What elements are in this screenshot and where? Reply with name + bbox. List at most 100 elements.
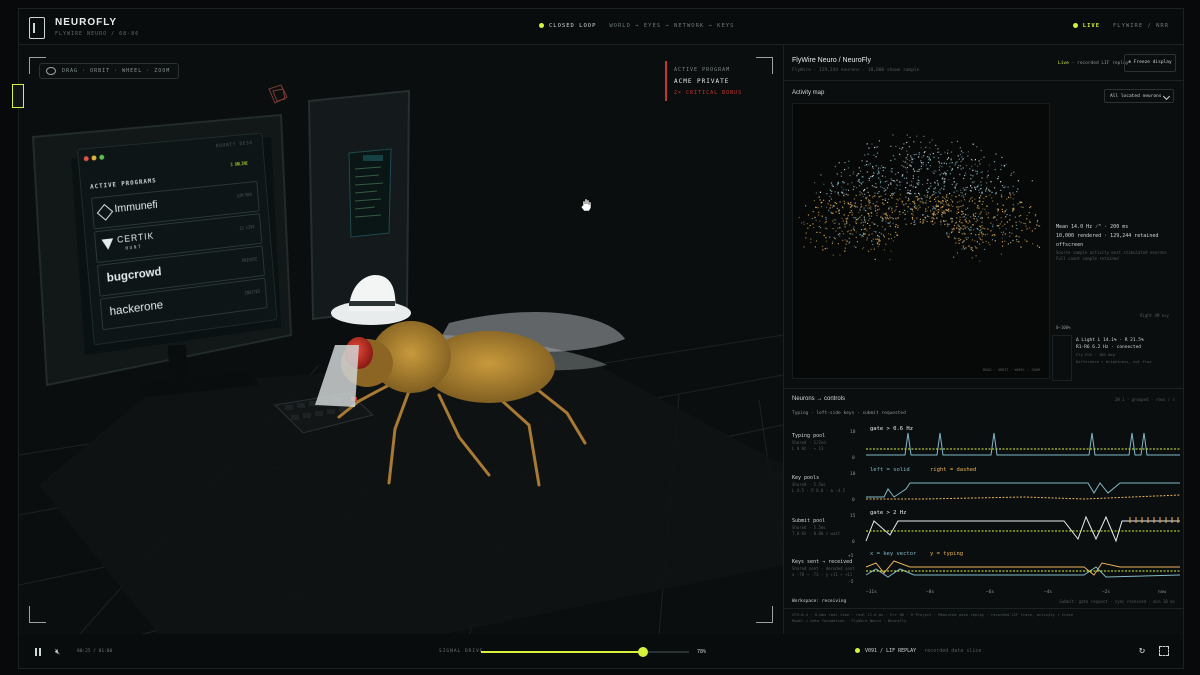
chevron-down-icon: [1162, 92, 1171, 101]
axis-tick: 10: [850, 429, 856, 435]
gains-line-4: Difference → brightness, not flow: [1076, 359, 1152, 364]
stat-offscreen: offscreen: [1056, 242, 1084, 248]
orbit-hint: DRAG · ORBIT · WHEEL · ZOOM: [39, 63, 180, 79]
neuron-points: [798, 134, 1041, 262]
pause-icon[interactable]: [35, 648, 42, 656]
freeze-label: Freeze display: [1133, 60, 1172, 65]
stat-rendered: 10,000 rendered · 129,244 retained: [1056, 233, 1159, 239]
signal-label: SIGNAL DRIVE: [439, 649, 484, 654]
scale-top: Right 4M n×y: [1140, 313, 1169, 318]
program-subname: HUNT: [125, 243, 143, 251]
reset-icon[interactable]: ↻: [1139, 646, 1145, 656]
time-tick: now: [1158, 590, 1166, 595]
gains-line-3: Fly FOV · 360 deg: [1076, 352, 1115, 357]
row-meta: L 4.5 · R 8.0 · Δ -4.5: [792, 488, 845, 493]
app-title: NEUROFLY: [55, 17, 118, 28]
replay-label: V091 / LIF REPLAY: [865, 648, 917, 654]
frame-corner: [29, 606, 46, 623]
bottom-bar: 🔇︎ 00:25 / 01:00 SIGNAL DRIVE 78% V091 /…: [18, 634, 1184, 669]
axis-tick: 0: [852, 497, 855, 503]
time-tick: −6s: [986, 589, 994, 595]
loop-label: CLOSED LOOP: [549, 23, 597, 29]
divider: [784, 608, 1183, 609]
playback-time: 00:25 / 01:00: [77, 649, 113, 654]
submit-pool-trace: [865, 515, 1180, 543]
activity-stats: Mean 14.0 Hz ⁄ᴴ · 200 ms 10,000 rendered…: [1056, 223, 1167, 262]
footnote: CFG·0.4 · 8.0ms real time · real 11.6 ms…: [792, 612, 1073, 624]
typing-pool-trace: [866, 432, 1180, 456]
status-dot-icon: [539, 23, 544, 28]
side-tab[interactable]: [12, 84, 24, 108]
row-title: Key pools: [792, 475, 820, 481]
row-label-keys: Key pools Shared · 5.5ms L 4.5 · R 8.0 · Δ…: [792, 475, 845, 494]
activity-map[interactable]: DRAG · ORBIT · WHEEL · ZOOM: [792, 103, 1050, 379]
bounty-desk-screen: BOUNTY DESK 3 ONLINE ACTIVE PROGRAMS Imm…: [77, 132, 278, 346]
live-dot-icon: [1072, 23, 1078, 28]
mute-icon[interactable]: 🔇︎: [55, 648, 60, 656]
panel-subtitle: FlyWire · 129,244 neurons · 10,000 shown…: [792, 68, 920, 73]
scale-bar: [1052, 335, 1072, 381]
loop-status: CLOSED LOOP WORLD → EYES → NETWORK → KEY…: [539, 23, 734, 29]
program-name: Immunefi: [114, 198, 159, 216]
signal-percent: 78%: [697, 649, 707, 655]
axis-tick: 0: [852, 539, 855, 545]
axis-tick: +5: [848, 553, 854, 559]
program-name: bugcrowd: [106, 264, 162, 285]
active-program-value: ACME PRIVATE: [674, 78, 730, 85]
axis-tick: 0: [852, 455, 855, 461]
app-window: NEUROFLY FLYWIRE NEURO / 68·86 CLOSED LO…: [0, 0, 1200, 675]
live-label: LIVE: [1082, 23, 1101, 29]
signal-drive-slider[interactable]: [481, 647, 689, 657]
live-indicator: LIVE FLYWIRE / NRR: [1072, 23, 1169, 29]
fullscreen-icon[interactable]: [1159, 646, 1169, 656]
scene-render[interactable]: [19, 45, 783, 635]
top-bar: NEUROFLY FLYWIRE NEURO / 68·86 CLOSED LO…: [18, 8, 1184, 45]
activity-map-render[interactable]: [793, 104, 1049, 378]
control-traces[interactable]: gate > 0.6 Hz left = solid right = dashe…: [844, 417, 1180, 595]
live-replay-rest: · recorded LIF replay: [1071, 61, 1129, 66]
program-name: hackerone: [109, 297, 164, 319]
controls-title: Neurons → controls: [792, 396, 846, 402]
app-subtitle: FLYWIRE NEURO / 68·86: [55, 31, 140, 37]
scale-label: 0–100%: [1056, 325, 1071, 330]
eye-icon: [46, 67, 56, 75]
panel-title: FlyWire Neuro / NeuroFly: [792, 57, 871, 64]
frame-corner: [756, 606, 773, 623]
row-label-typing: Typing pool Shared · 1/2nd L 0 Hz · ↔ 13: [792, 433, 826, 452]
scene-viewport[interactable]: BOUNTY DESK 3 ONLINE ACTIVE PROGRAMS Imm…: [18, 44, 784, 636]
gains-readout: Δ Light L 14.1% · R 21.5% R1-R6 6.2 Hz ·…: [1076, 337, 1151, 365]
stat-mean: Mean 14.0 Hz ⁄ᴴ · 200 ms: [1056, 224, 1129, 230]
stat-note-2: Full count sample retained: [1056, 256, 1119, 261]
time-tick: −4s: [1044, 589, 1052, 595]
frame-corner: [756, 57, 773, 74]
slider-handle[interactable]: [638, 647, 649, 657]
neuron-select-value: All located neurons: [1110, 94, 1162, 99]
typing-status: Typing · left-side keys · submit request…: [792, 411, 906, 416]
program-meta: INVITED: [244, 288, 261, 296]
trace-annotation: x = key vector: [870, 551, 917, 557]
sent-y-trace: [865, 560, 1180, 576]
row-label-submit: Submit pool Shared · 5.5ms 7.0 Hz · 0.00 s…: [792, 518, 840, 537]
neuron-select[interactable]: All located neurons: [1104, 89, 1174, 103]
logo-icon: [29, 17, 45, 39]
map-footer: DRAG · ORBIT · WHEEL · ZOOM: [983, 368, 1040, 372]
live-replay-status: Live · recorded LIF replay: [1058, 61, 1128, 66]
trace-annotation: y = typing: [930, 551, 963, 557]
program-meta: PRIVATE: [241, 256, 258, 264]
sent-x-trace: [865, 566, 1180, 578]
axis-tick: 15: [850, 513, 856, 519]
trace-annotation: gate > 0.6 Hz: [870, 426, 913, 432]
row-title: Typing pool: [792, 433, 826, 439]
top-right-meta: FLYWIRE / NRR: [1112, 23, 1169, 29]
orbit-hint-text: DRAG · ORBIT · WHEEL · ZOOM: [62, 68, 171, 74]
footnote-2: Model = data foundation · FlyWire Neuro …: [792, 618, 907, 623]
replay-status: V091 / LIF REPLAY recorded data slice: [855, 648, 981, 654]
freeze-display-button[interactable]: ✻ Freeze display: [1124, 54, 1176, 72]
neuro-panel: FlyWire Neuro / NeuroFly FlyWire · 129,2…: [783, 44, 1184, 636]
key-pool-left-trace: [866, 482, 1180, 498]
divider: [784, 388, 1183, 389]
workspace-meta: Submit: gate request · sync received · m…: [1059, 599, 1175, 604]
gains-line-1: Δ Light L 14.1% · R 21.5%: [1076, 338, 1144, 343]
axis-tick: -5: [848, 579, 854, 585]
row-meta: L 0 Hz · ↔ 13: [792, 446, 824, 451]
